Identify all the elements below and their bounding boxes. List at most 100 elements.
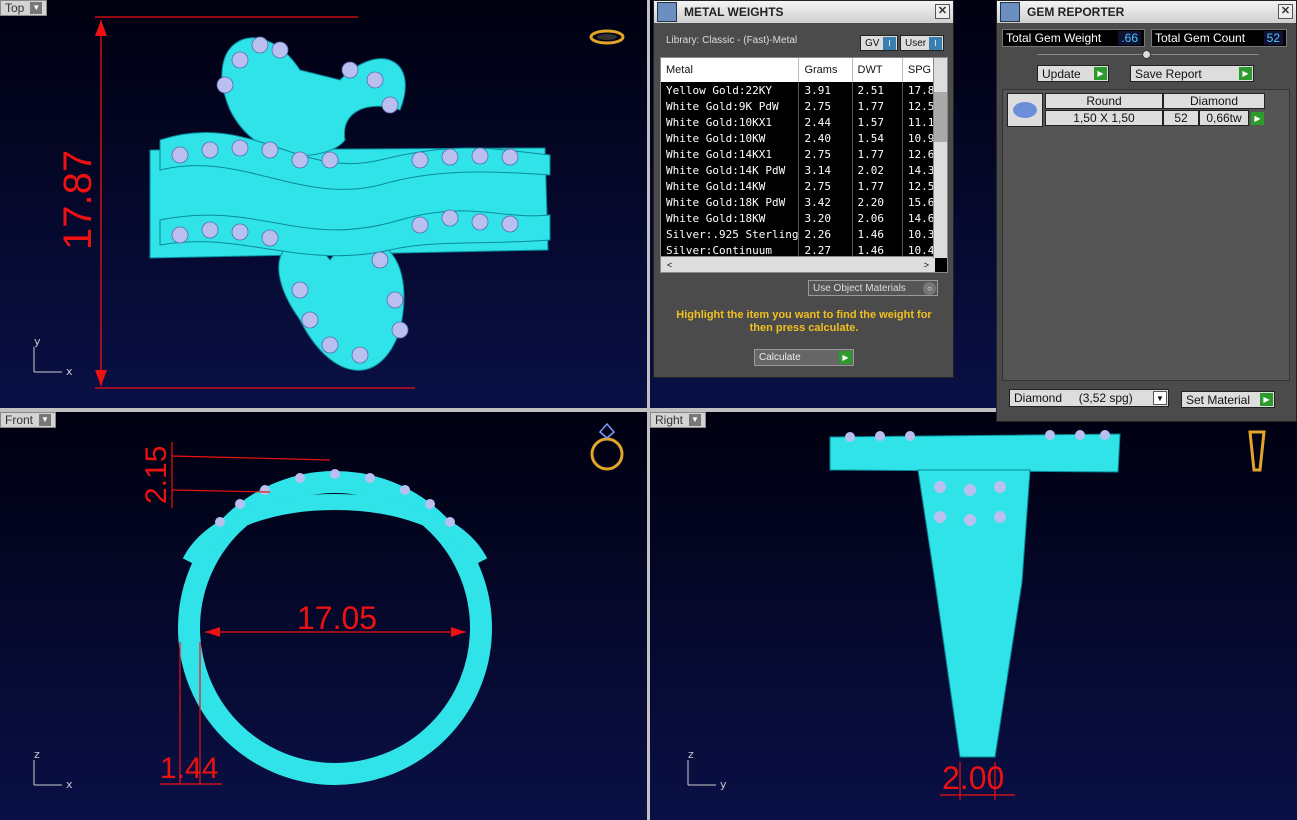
gem-row[interactable]: Round Diamond 1,50 X 1,50 52 0,66tw ▶ bbox=[1007, 93, 1277, 127]
scroll-right-icon[interactable]: > bbox=[924, 260, 929, 270]
total-gem-count-label: Total Gem Count bbox=[1155, 31, 1246, 45]
play-icon: ▶ bbox=[1260, 393, 1273, 406]
gem-list: Round Diamond 1,50 X 1,50 52 0,66tw ▶ bbox=[1002, 89, 1290, 381]
gem-count: 52 bbox=[1163, 110, 1199, 126]
user-label: User bbox=[905, 37, 927, 49]
table-row[interactable]: White Gold:10KX1 2.44 1.57 11.18 bbox=[661, 114, 947, 130]
perspective-ring-icon bbox=[589, 29, 625, 45]
table-cell: 3.14 bbox=[798, 162, 853, 178]
metal-weights-panel: METAL WEIGHTS ✕ Library: Classic - (Fast… bbox=[653, 0, 954, 378]
table-cell: 3.20 bbox=[798, 210, 853, 226]
perspective-ring-icon bbox=[590, 422, 624, 471]
column-header[interactable]: Grams bbox=[798, 58, 853, 82]
table-cell: 3.42 bbox=[798, 194, 853, 210]
perspective-ring-icon bbox=[1248, 430, 1266, 472]
table-row[interactable]: White Gold:14KW 2.75 1.77 12.59 bbox=[661, 178, 947, 194]
table-cell: White Gold:9K PdW bbox=[661, 98, 800, 114]
gv-label: GV bbox=[865, 37, 880, 49]
gem-material: Diamond bbox=[1163, 93, 1265, 109]
play-icon: ▶ bbox=[1094, 67, 1107, 80]
user-toggle[interactable]: User I bbox=[900, 35, 944, 51]
vertical-scrollbar[interactable] bbox=[933, 58, 947, 258]
table-row[interactable]: Yellow Gold:22KY 3.91 2.51 17.89 bbox=[661, 82, 947, 98]
update-label: Update bbox=[1042, 66, 1081, 81]
total-gem-count-value: 52 bbox=[1263, 31, 1283, 45]
table-cell: White Gold:14KW bbox=[661, 178, 800, 194]
splitter-knob[interactable] bbox=[1142, 50, 1151, 59]
right-viewport[interactable]: Right ▼ 2.00 z y bbox=[650, 412, 1297, 820]
total-gem-count: Total Gem Count 52 bbox=[1151, 29, 1287, 47]
info-icon: I bbox=[883, 37, 896, 50]
scroll-left-icon[interactable]: < bbox=[667, 260, 672, 270]
table-cell: 1.57 bbox=[852, 114, 903, 130]
dimension-top-height: 2.15 bbox=[140, 445, 173, 504]
panel-title: METAL WEIGHTS bbox=[684, 5, 784, 19]
material-select-value: Diamond (3,52 spg) bbox=[1014, 391, 1133, 405]
panel-title: GEM REPORTER bbox=[1027, 5, 1125, 19]
table-cell: Yellow Gold:22KY bbox=[661, 82, 800, 98]
table-cell: 2.02 bbox=[852, 162, 903, 178]
axis-x: x bbox=[66, 365, 73, 378]
chevron-down-icon[interactable]: ▼ bbox=[1153, 391, 1167, 405]
dimension-band-thickness: 1.44 bbox=[160, 752, 219, 785]
table-cell: White Gold:14KX1 bbox=[661, 146, 800, 162]
top-viewport[interactable]: Top ▼ 17.87 y x bbox=[0, 0, 647, 408]
calculate-button[interactable]: Calculate ▶ bbox=[754, 349, 854, 366]
gem-shape-icon bbox=[1007, 93, 1043, 127]
table-cell: Silver:.925 Sterling bbox=[661, 226, 800, 242]
table-cell: 1.77 bbox=[852, 146, 903, 162]
gem-weight: 0,66tw bbox=[1199, 110, 1249, 126]
table-cell: 3.91 bbox=[798, 82, 853, 98]
gem-shape: Round bbox=[1045, 93, 1163, 109]
gem-size: 1,50 X 1,50 bbox=[1045, 110, 1163, 126]
axis-y: y bbox=[34, 335, 41, 348]
scroll-thumb[interactable] bbox=[934, 92, 947, 142]
use-object-materials-toggle[interactable]: Use Object Materials ○ bbox=[808, 280, 938, 296]
table-row[interactable]: White Gold:10KW 2.40 1.54 10.99 bbox=[661, 130, 947, 146]
calculate-label: Calculate bbox=[759, 352, 801, 363]
table-row[interactable]: Silver:.925 Sterling 2.26 1.46 10.36 bbox=[661, 226, 947, 242]
hint-text: Highlight the item you want to find the … bbox=[676, 309, 932, 334]
table-row[interactable]: White Gold:14K PdW 3.14 2.02 14.37 bbox=[661, 162, 947, 178]
save-report-button[interactable]: Save Report ▶ bbox=[1130, 65, 1254, 82]
front-viewport[interactable]: Front ▼ 2.15 17.05 1.44 z x bbox=[0, 412, 647, 820]
update-button[interactable]: Update ▶ bbox=[1037, 65, 1109, 82]
table-cell: 2.40 bbox=[798, 130, 853, 146]
table-row[interactable]: White Gold:18K PdW 3.42 2.20 15.65 bbox=[661, 194, 947, 210]
table-cell: 2.51 bbox=[852, 82, 903, 98]
table-cell: 2.06 bbox=[852, 210, 903, 226]
close-button[interactable]: ✕ bbox=[935, 4, 950, 19]
dimension-height: 17.87 bbox=[56, 149, 100, 250]
axis-x: x bbox=[66, 778, 73, 791]
table-cell: 1.77 bbox=[852, 98, 903, 114]
set-material-button[interactable]: Set Material ▶ bbox=[1181, 391, 1275, 408]
metal-table: Metal Grams DWT SPG Yellow Gold:22KY 3.91 2.5… bbox=[661, 58, 947, 258]
table-cell: 2.44 bbox=[798, 114, 853, 130]
material-select[interactable]: Diamond (3,52 spg) ▼ bbox=[1009, 389, 1169, 407]
axis-z: z bbox=[688, 748, 694, 761]
table-row[interactable]: White Gold:18KW 3.20 2.06 14.66 bbox=[661, 210, 947, 226]
table-cell: 2.75 bbox=[798, 146, 853, 162]
table-cell: White Gold:18K PdW bbox=[661, 194, 800, 210]
info-icon: I bbox=[929, 37, 942, 50]
gv-toggle[interactable]: GV I bbox=[860, 35, 898, 51]
metal-table-container[interactable]: Metal Grams DWT SPG Yellow Gold:22KY 3.91 2.5… bbox=[660, 57, 948, 273]
column-header[interactable]: Metal bbox=[661, 58, 800, 82]
flask-icon bbox=[657, 2, 677, 22]
axis-z: z bbox=[34, 748, 40, 761]
total-gem-weight-label: Total Gem Weight bbox=[1006, 31, 1102, 45]
table-cell: White Gold:14K PdW bbox=[661, 162, 800, 178]
table-cell: 2.75 bbox=[798, 178, 853, 194]
table-cell: 2.26 bbox=[798, 226, 853, 242]
table-cell: White Gold:10KX1 bbox=[661, 114, 800, 130]
table-cell: White Gold:18KW bbox=[661, 210, 800, 226]
column-header[interactable]: DWT bbox=[852, 58, 903, 82]
horizontal-scrollbar[interactable]: < > bbox=[661, 256, 935, 272]
table-cell: 1.54 bbox=[852, 130, 903, 146]
close-button[interactable]: ✕ bbox=[1278, 4, 1293, 19]
table-row[interactable]: White Gold:14KX1 2.75 1.77 12.63 bbox=[661, 146, 947, 162]
gem-row-play-icon[interactable]: ▶ bbox=[1251, 112, 1264, 125]
table-cell: 2.20 bbox=[852, 194, 903, 210]
table-row[interactable]: White Gold:9K PdW 2.75 1.77 12.59 bbox=[661, 98, 947, 114]
set-material-label: Set Material bbox=[1186, 392, 1251, 407]
